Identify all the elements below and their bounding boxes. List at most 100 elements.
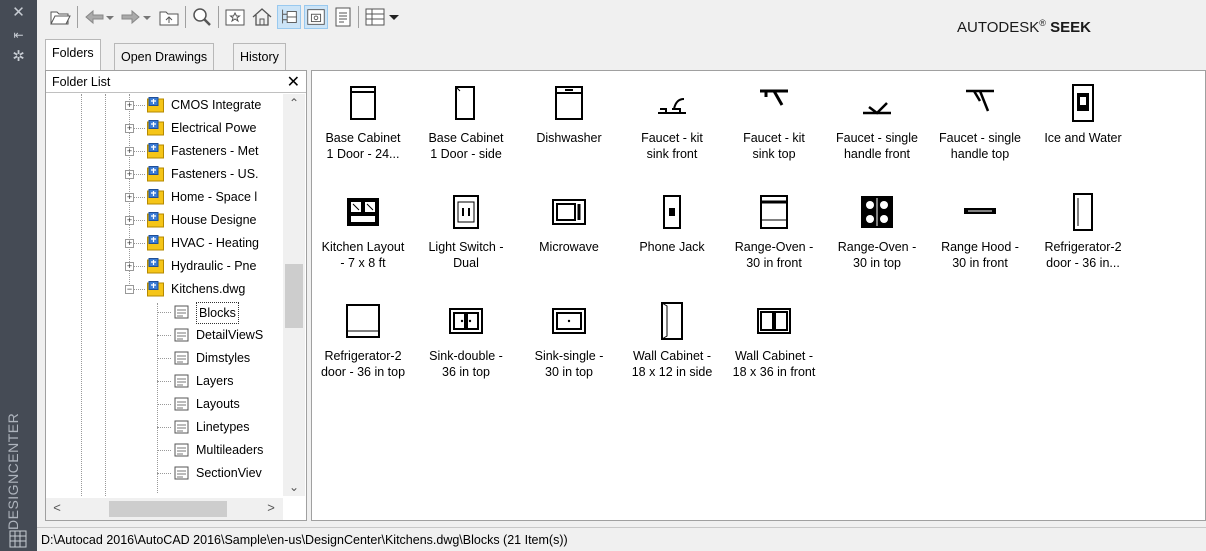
search-icon[interactable] xyxy=(190,5,214,29)
block-item[interactable]: Wall Cabinet - 18 x 12 in side xyxy=(616,291,728,411)
scroll-thumb-h[interactable] xyxy=(109,501,227,517)
block-item[interactable]: Refrigerator-2 door - 36 in... xyxy=(1027,182,1139,302)
wall-cabinet-front-icon xyxy=(757,308,791,334)
block-item-label-line2: Dual xyxy=(453,256,479,270)
tab-history[interactable]: History xyxy=(233,43,286,70)
back-dropdown-icon[interactable] xyxy=(103,5,117,29)
block-item-label: Sink-single - 30 in top xyxy=(513,348,625,380)
tree-folder[interactable]: − Kitchens.dwg xyxy=(46,278,283,301)
home-icon[interactable] xyxy=(250,5,274,29)
tree-view-icon[interactable] xyxy=(277,5,301,29)
scroll-down-icon[interactable]: ⌄ xyxy=(287,480,301,494)
tab-open-drawings[interactable]: Open Drawings xyxy=(114,43,215,70)
block-item-label-line1: Range-Oven - xyxy=(837,240,917,254)
scroll-right-icon[interactable]: > xyxy=(263,500,279,516)
properties-icon[interactable]: ✲ xyxy=(0,46,37,68)
palette-grid-icon[interactable] xyxy=(9,530,27,548)
autohide-icon[interactable]: ⇤ xyxy=(0,24,37,46)
description-icon[interactable] xyxy=(331,5,355,29)
views-icon[interactable] xyxy=(363,5,387,29)
block-item[interactable]: Range-Oven - 30 in front xyxy=(718,182,830,302)
block-item[interactable]: Base Cabinet 1 Door - 24... xyxy=(307,73,419,193)
wall-cabinet-side-icon xyxy=(661,302,683,340)
block-item[interactable]: Light Switch - Dual xyxy=(410,182,522,302)
scroll-up-icon[interactable]: ⌃ xyxy=(287,96,301,110)
expand-icon[interactable]: + xyxy=(125,216,134,225)
tree-child-dimstyles[interactable]: Dimstyles xyxy=(46,347,283,370)
base-cabinet-icon xyxy=(350,86,376,120)
block-item[interactable]: Sink-single - 30 in top xyxy=(513,291,625,411)
scroll-thumb[interactable] xyxy=(285,264,303,328)
drawing-file-icon xyxy=(147,212,164,228)
block-item[interactable]: Range-Oven - 30 in top xyxy=(821,182,933,302)
collapse-icon[interactable]: − xyxy=(125,285,134,294)
block-item-label-line1: Faucet - kit xyxy=(743,131,805,145)
block-item[interactable]: Microwave xyxy=(513,182,625,302)
block-item[interactable]: Base Cabinet 1 Door - side xyxy=(410,73,522,193)
block-item[interactable]: Range Hood - 30 in front xyxy=(924,182,1036,302)
load-icon[interactable] xyxy=(48,5,72,29)
block-item-label: Range Hood - 30 in front xyxy=(924,239,1036,271)
autodesk-seek-link[interactable]: AUTODESK® SEEK xyxy=(957,18,1091,36)
block-item-label-line1: Faucet - kit xyxy=(641,131,703,145)
drawing-file-icon xyxy=(147,97,164,113)
expand-icon[interactable]: + xyxy=(125,193,134,202)
tree-child-layouts[interactable]: Layouts xyxy=(46,393,283,416)
tree-folder[interactable]: + CMOS Integrate xyxy=(46,94,283,117)
tree-child-label: Dimstyles xyxy=(196,351,251,365)
folder-list-header: Folder List ✕ xyxy=(46,71,306,93)
scroll-left-icon[interactable]: < xyxy=(49,500,65,516)
expand-icon[interactable]: + xyxy=(125,147,134,156)
expand-icon[interactable]: + xyxy=(125,124,134,133)
block-item[interactable]: Faucet - single handle top xyxy=(924,73,1036,193)
block-item[interactable]: Wall Cabinet - 18 x 36 in front xyxy=(718,291,830,411)
vertical-scrollbar[interactable]: ⌃ ⌄ xyxy=(283,94,305,496)
block-item[interactable]: Refrigerator-2 door - 36 in top xyxy=(307,291,419,411)
horizontal-scrollbar[interactable]: < > xyxy=(46,498,283,520)
expand-icon[interactable]: + xyxy=(125,170,134,179)
tree-child-blocks[interactable]: Blocks xyxy=(46,301,283,324)
expand-icon[interactable]: + xyxy=(125,239,134,248)
preview-icon[interactable] xyxy=(304,5,328,29)
range-oven-front-icon xyxy=(760,195,788,229)
tree-folder[interactable]: + House Designe xyxy=(46,209,283,232)
expand-icon[interactable]: + xyxy=(125,101,134,110)
linetypes-icon xyxy=(174,420,189,434)
close-folder-list-icon[interactable]: ✕ xyxy=(287,72,300,92)
tab-folders[interactable]: Folders xyxy=(45,39,101,70)
block-item[interactable]: Dishwasher xyxy=(513,73,625,193)
tree-folder[interactable]: + Fasteners - Met xyxy=(46,140,283,163)
views-dropdown-icon[interactable] xyxy=(387,5,401,29)
tree-folder[interactable]: + Electrical Powe xyxy=(46,117,283,140)
tree-folder-label: Hydraulic - Pne xyxy=(171,259,257,273)
expand-icon[interactable]: + xyxy=(125,262,134,271)
tree-folder-label: House Designe xyxy=(171,213,257,227)
dishwasher-icon xyxy=(555,86,583,120)
tree-child-detailviews[interactable]: DetailViewS xyxy=(46,324,283,347)
block-item-label-line1: Light Switch - xyxy=(428,240,504,254)
tree-folder[interactable]: + Fasteners - US. xyxy=(46,163,283,186)
block-item-label-line2: 30 in top xyxy=(545,365,593,379)
block-item-label-line1: Sink-single - xyxy=(534,349,604,363)
block-item-label-line2: door - 36 in... xyxy=(1046,256,1120,270)
tree-child-label: Blocks xyxy=(196,302,239,324)
tree-child-layers[interactable]: Layers xyxy=(46,370,283,393)
up-icon[interactable] xyxy=(157,5,181,29)
forward-dropdown-icon[interactable] xyxy=(140,5,154,29)
block-item[interactable]: Sink-double - 36 in top xyxy=(410,291,522,411)
tree-child-linetypes[interactable]: Linetypes xyxy=(46,416,283,439)
block-item[interactable]: Ice and Water xyxy=(1027,73,1139,193)
tree-folder[interactable]: + HVAC - Heating xyxy=(46,232,283,255)
close-palette-icon[interactable]: ✕ xyxy=(0,2,37,24)
block-item[interactable]: Kitchen Layout - 7 x 8 ft xyxy=(307,182,419,302)
tree-child-sectionviev[interactable]: SectionViev xyxy=(46,462,283,485)
block-item[interactable]: Faucet - kit sink top xyxy=(718,73,830,193)
block-item[interactable]: Faucet - kit sink front xyxy=(616,73,728,193)
block-item[interactable]: Phone Jack xyxy=(616,182,728,302)
favorites-icon[interactable] xyxy=(223,5,247,29)
tree-child-multileaders[interactable]: Multileaders xyxy=(46,439,283,462)
tree-folder[interactable]: + Hydraulic - Pne xyxy=(46,255,283,278)
tree-folder-label: Fasteners - US. xyxy=(171,167,259,181)
block-item[interactable]: Faucet - single handle front xyxy=(821,73,933,193)
tree-folder[interactable]: + Home - Space l xyxy=(46,186,283,209)
